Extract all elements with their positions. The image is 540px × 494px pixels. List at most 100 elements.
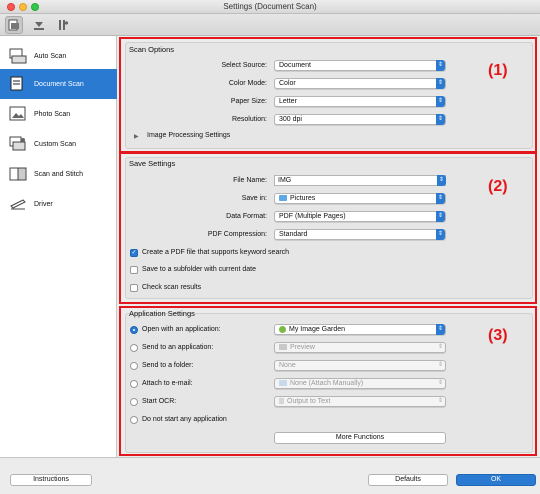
popup-arrows-icon: ⇕	[437, 398, 444, 404]
pdf-compression-label: PDF Compression:	[207, 231, 267, 238]
paper-size-value: Letter	[279, 98, 297, 105]
popup-arrows-icon: ⇕	[436, 211, 445, 222]
sidebar-item-custom-scan[interactable]: Custom Scan	[0, 129, 117, 159]
data-format-popup[interactable]: PDF (Multiple Pages) ⇕	[274, 211, 446, 222]
auto-scan-icon	[8, 47, 28, 65]
pdf-compression-value: Standard	[279, 231, 308, 238]
start-ocr-label: Start OCR:	[142, 398, 177, 405]
select-source-popup[interactable]: Document ⇕	[274, 60, 446, 71]
pdf-compression-popup[interactable]: Standard ⇕	[274, 229, 446, 240]
disclosure-triangle-icon[interactable]: ▶	[134, 133, 139, 140]
sidebar-item-label: Scan and Stitch	[34, 170, 84, 178]
popup-arrows-icon: ⇕	[437, 362, 444, 368]
send-app-radio[interactable]	[130, 344, 138, 352]
preview-icon	[279, 344, 287, 351]
sidebar-item-label: Auto Scan	[34, 52, 67, 60]
attach-email-label: Attach to e-mail:	[142, 380, 193, 387]
save-in-popup[interactable]: Pictures ⇕	[274, 193, 446, 204]
send-folder-radio[interactable]	[130, 362, 138, 370]
popup-arrows-icon: ⇕	[436, 193, 445, 204]
color-mode-value: Color	[279, 80, 296, 87]
title-bar: Settings (Document Scan)	[0, 0, 540, 14]
image-garden-icon	[279, 325, 286, 333]
check-results-label: Check scan results	[142, 284, 202, 291]
popup-arrows-icon: ⇕	[437, 380, 444, 386]
start-ocr-radio[interactable]	[130, 398, 138, 406]
popup-arrows-icon: ⇕	[436, 229, 445, 240]
paper-size-popup[interactable]: Letter ⇕	[274, 96, 446, 107]
paper-size-label: Paper Size:	[230, 98, 267, 105]
instructions-button[interactable]: Instructions	[10, 474, 92, 486]
sidebar-item-scan-and-stitch[interactable]: Scan and Stitch	[0, 159, 117, 189]
attach-email-radio[interactable]	[130, 380, 138, 388]
file-name-value: IMG	[278, 177, 292, 184]
scan-stitch-icon	[8, 165, 28, 183]
open-app-radio[interactable]	[130, 326, 138, 334]
save-in-value: Pictures	[290, 195, 316, 202]
attach-email-popup[interactable]: None (Attach Manually) ⇕	[274, 378, 446, 389]
select-source-label: Select Source:	[221, 62, 267, 69]
start-ocr-popup[interactable]: Output to Text ⇕	[274, 396, 446, 407]
sidebar: Auto Scan Document Scan Photo Scan Custo…	[0, 36, 117, 457]
no-app-label: Do not start any application	[142, 416, 227, 423]
popup-arrows-icon: ⇕	[436, 60, 445, 71]
photo-scan-icon	[8, 105, 28, 123]
popup-arrows-icon: ⇕	[436, 114, 445, 125]
send-folder-popup[interactable]: None ⇕	[274, 360, 446, 371]
sidebar-item-driver[interactable]: Driver	[0, 189, 117, 219]
document-icon	[279, 398, 284, 405]
check-results-checkbox[interactable]	[130, 284, 138, 292]
data-format-value: PDF (Multiple Pages)	[279, 213, 346, 220]
popup-arrows-icon: ⇕	[437, 344, 444, 350]
color-mode-popup[interactable]: Color ⇕	[274, 78, 446, 89]
folder-icon	[279, 195, 287, 202]
popup-arrows-icon: ⇕	[436, 324, 445, 335]
sidebar-item-label: Document Scan	[34, 80, 84, 88]
footer-bar: Instructions Defaults OK	[0, 457, 540, 494]
send-folder-value: None	[279, 362, 296, 369]
open-app-value: My Image Garden	[289, 326, 346, 333]
sidebar-item-label: Custom Scan	[34, 140, 77, 148]
file-name-label: File Name:	[233, 177, 267, 184]
marker-3: (3)	[488, 327, 508, 344]
file-name-field[interactable]: IMG ⇕	[274, 175, 446, 186]
no-app-radio[interactable]	[130, 416, 138, 424]
sidebar-item-label: Photo Scan	[34, 110, 71, 118]
sidebar-item-label: Driver	[34, 200, 53, 208]
scan-settings-icon[interactable]	[5, 16, 23, 34]
data-format-label: Data Format:	[226, 213, 267, 220]
driver-icon	[8, 195, 28, 213]
more-functions-button[interactable]: More Functions	[274, 432, 446, 444]
keyword-search-checkbox[interactable]: ✓	[130, 249, 138, 257]
ok-button[interactable]: OK	[456, 474, 536, 486]
open-app-popup[interactable]: My Image Garden ⇕	[274, 324, 446, 335]
send-app-popup[interactable]: Preview ⇕	[274, 342, 446, 353]
defaults-button[interactable]: Defaults	[368, 474, 448, 486]
send-app-label: Send to an application:	[142, 344, 214, 351]
toolbar	[0, 14, 540, 36]
scan-options-title: Scan Options	[129, 45, 175, 54]
application-settings-title: Application Settings	[129, 309, 195, 318]
save-in-label: Save in:	[241, 195, 267, 202]
subfolder-checkbox[interactable]	[130, 266, 138, 274]
open-app-label: Open with an application:	[142, 326, 221, 333]
resolution-popup[interactable]: 300 dpi ⇕	[274, 114, 446, 125]
sidebar-item-photo-scan[interactable]: Photo Scan	[0, 99, 117, 129]
settings-panel: Scan Options (1) Select Source: Document…	[118, 36, 540, 457]
sidebar-item-auto-scan[interactable]: Auto Scan	[0, 41, 117, 71]
folder-icon	[279, 380, 287, 387]
tools-icon[interactable]	[54, 16, 72, 34]
sidebar-item-document-scan[interactable]: Document Scan	[0, 69, 117, 99]
select-source-value: Document	[279, 62, 311, 69]
save-settings-title: Save Settings	[129, 159, 176, 168]
image-processing-settings[interactable]: Image Processing Settings	[147, 132, 230, 139]
subfolder-label: Save to a subfolder with current date	[142, 266, 257, 273]
custom-scan-icon	[8, 135, 28, 153]
color-mode-label: Color Mode:	[228, 80, 267, 87]
keyword-search-label: Create a PDF file that supports keyword …	[142, 249, 290, 256]
download-icon[interactable]	[30, 16, 48, 34]
marker-2: (2)	[488, 178, 508, 195]
start-ocr-value: Output to Text	[287, 398, 331, 405]
resolution-label: Resolution:	[231, 116, 267, 123]
send-folder-label: Send to a folder:	[142, 362, 194, 369]
